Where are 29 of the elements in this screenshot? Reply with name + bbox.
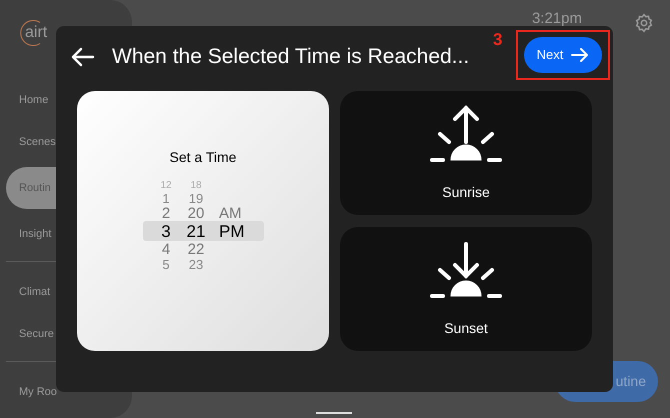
arrow-right-icon xyxy=(571,48,590,62)
sunrise-card[interactable]: Sunrise xyxy=(340,91,592,215)
picker-value[interactable]: 12 xyxy=(160,180,172,190)
home-indicator xyxy=(316,412,352,414)
picker-value[interactable]: 3 xyxy=(161,222,171,240)
dialog-title: When the Selected Time is Reached... xyxy=(112,44,470,70)
picker-value[interactable]: 20 xyxy=(188,206,204,220)
logo: airt xyxy=(20,18,48,48)
picker-value[interactable]: 22 xyxy=(188,242,204,256)
picker-value[interactable]: 1 xyxy=(162,192,170,204)
settings-icon[interactable] xyxy=(634,13,654,33)
time-card[interactable]: Set a Time 12 18 1 19 2 20 AM 3 21 PM 4 22 5 23 xyxy=(77,91,329,351)
card-title: Sunset xyxy=(444,318,488,338)
picker-value[interactable]: PM xyxy=(219,222,244,240)
picker-value[interactable]: 23 xyxy=(188,258,204,270)
picker-value[interactable]: 18 xyxy=(190,180,202,190)
sunset-card[interactable]: Sunset xyxy=(340,227,592,351)
picker-value[interactable]: 19 xyxy=(188,192,204,204)
picker-value[interactable]: AM xyxy=(219,206,242,220)
picker-value[interactable]: 4 xyxy=(162,242,170,256)
step-number: 3 xyxy=(493,31,502,48)
card-title: Sunrise xyxy=(442,182,490,202)
clock-time: 3:21pm xyxy=(532,10,582,26)
picker-value[interactable]: 21 xyxy=(186,222,206,240)
picker-value[interactable]: 2 xyxy=(162,206,170,220)
picker-value[interactable]: 5 xyxy=(162,258,170,270)
card-title: Set a Time xyxy=(170,148,236,167)
next-button[interactable]: Next xyxy=(524,37,602,73)
back-arrow-icon[interactable] xyxy=(71,47,95,67)
